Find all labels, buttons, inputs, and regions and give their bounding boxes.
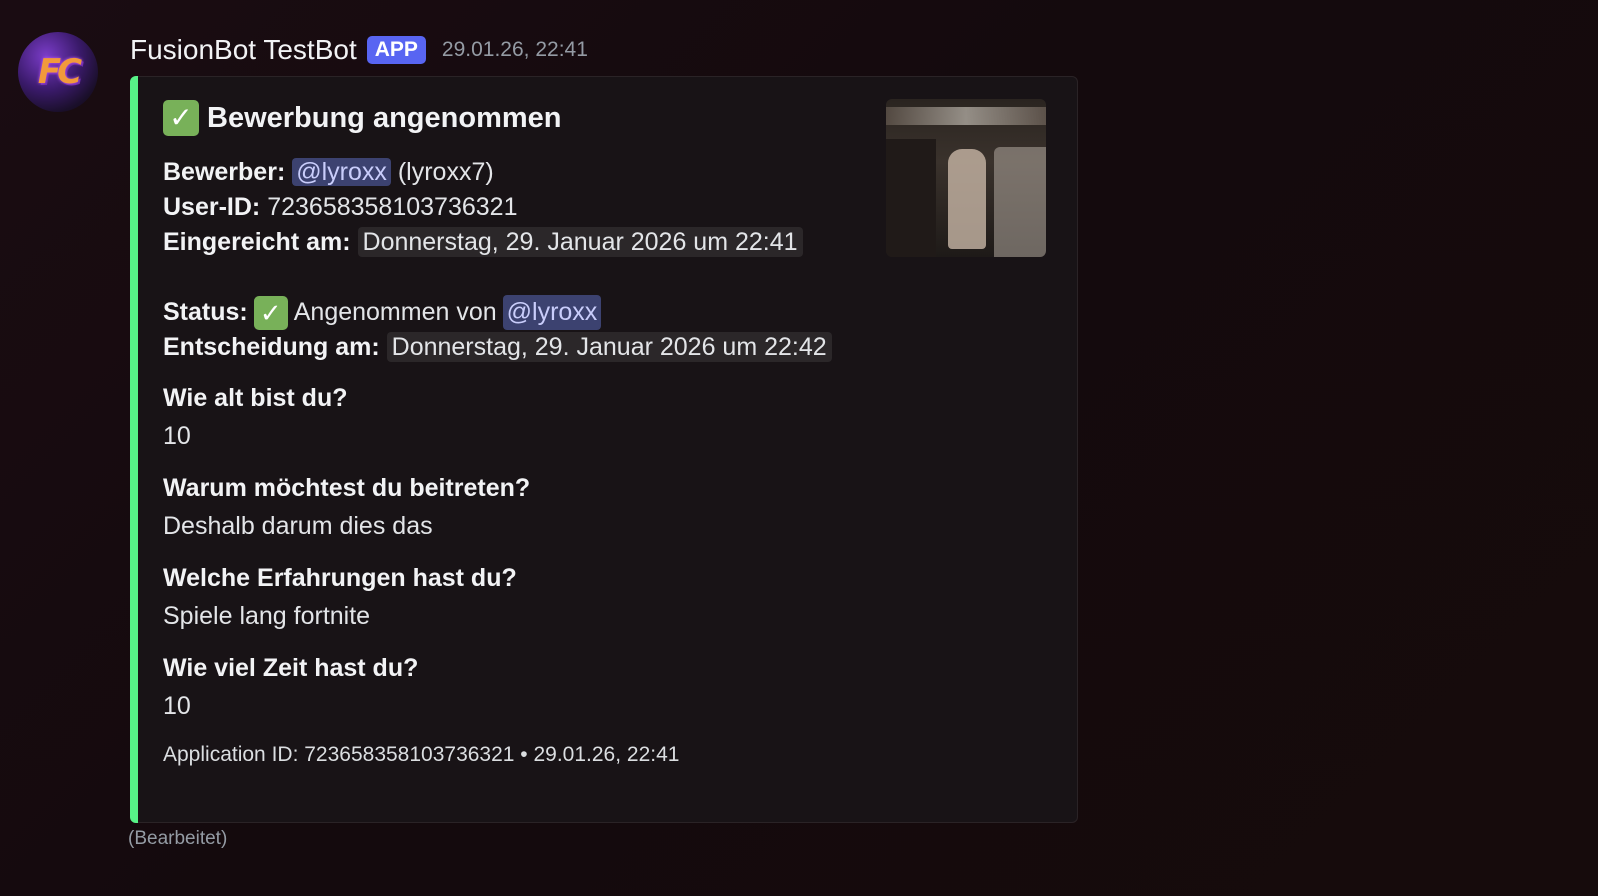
field-name: Welche Erfahrungen hast du? bbox=[163, 564, 517, 592]
app-badge: APP bbox=[366, 36, 426, 64]
author-name[interactable]: FusionBot TestBot bbox=[130, 34, 357, 66]
embed-title-text: Bewerbung angenommen bbox=[207, 101, 562, 134]
user-id-value: 723658358103736321 bbox=[267, 193, 518, 221]
embed-description: Bewerber: @lyroxx (lyroxx7) User-ID: 723… bbox=[163, 155, 843, 365]
embed-field: Warum möchtest du beitreten? Deshalb dar… bbox=[163, 471, 843, 545]
embed-content: ✓ Bewerbung angenommen Bewerber: @lyroxx… bbox=[163, 99, 843, 767]
status-mention[interactable]: @lyroxx bbox=[502, 295, 602, 330]
message-header: FusionBot TestBot APP 29.01.26, 22:41 bbox=[130, 30, 588, 70]
status-line: Status: ✓ Angenommen von @lyroxx bbox=[163, 295, 843, 330]
submitted-line: Eingereicht am: Donnerstag, 29. Januar 2… bbox=[163, 225, 843, 260]
field-value: Spiele lang fortnite bbox=[163, 602, 371, 630]
message-timestamp[interactable]: 29.01.26, 22:41 bbox=[442, 38, 588, 62]
applicant-username: (lyroxx7) bbox=[397, 158, 494, 186]
check-mark-button-icon: ✓ bbox=[163, 100, 199, 136]
avatar-logo: FC bbox=[37, 52, 82, 92]
check-mark-button-icon: ✓ bbox=[253, 295, 288, 330]
field-value: 10 bbox=[163, 422, 191, 450]
field-value: 10 bbox=[163, 692, 191, 720]
field-name: Wie viel Zeit hast du? bbox=[163, 654, 419, 682]
status-text: Angenommen von bbox=[293, 298, 497, 326]
bot-avatar[interactable]: FC bbox=[18, 32, 98, 112]
applicant-mention[interactable]: @lyroxx bbox=[292, 158, 391, 186]
user-id-line: User-ID: 723658358103736321 bbox=[163, 193, 518, 221]
embed-footer: Application ID: 723658358103736321 • 29.… bbox=[163, 743, 680, 766]
field-name: Wie alt bist du? bbox=[163, 384, 348, 412]
embed-field: Wie alt bist du? 10 bbox=[163, 381, 843, 455]
edited-label: (Bearbeitet) bbox=[128, 828, 228, 849]
field-name: Warum möchtest du beitreten? bbox=[163, 474, 531, 502]
field-value: Deshalb darum dies das bbox=[163, 512, 433, 540]
embed-thumbnail[interactable] bbox=[886, 99, 1046, 257]
submitted-timestamp[interactable]: Donnerstag, 29. Januar 2026 um 22:41 bbox=[357, 227, 803, 257]
embed-field: Welche Erfahrungen hast du? Spiele lang … bbox=[163, 561, 843, 635]
decision-line: Entscheidung am: Donnerstag, 29. Januar … bbox=[163, 330, 843, 365]
embed-field: Wie viel Zeit hast du? 10 bbox=[163, 651, 843, 725]
embed-title: ✓ Bewerbung angenommen bbox=[163, 99, 843, 137]
embed-card: ✓ Bewerbung angenommen Bewerber: @lyroxx… bbox=[130, 76, 1078, 823]
decision-timestamp[interactable]: Donnerstag, 29. Januar 2026 um 22:42 bbox=[386, 332, 832, 362]
embed-accent-bar bbox=[130, 76, 138, 823]
applicant-line: Bewerber: @lyroxx (lyroxx7) bbox=[163, 158, 494, 186]
